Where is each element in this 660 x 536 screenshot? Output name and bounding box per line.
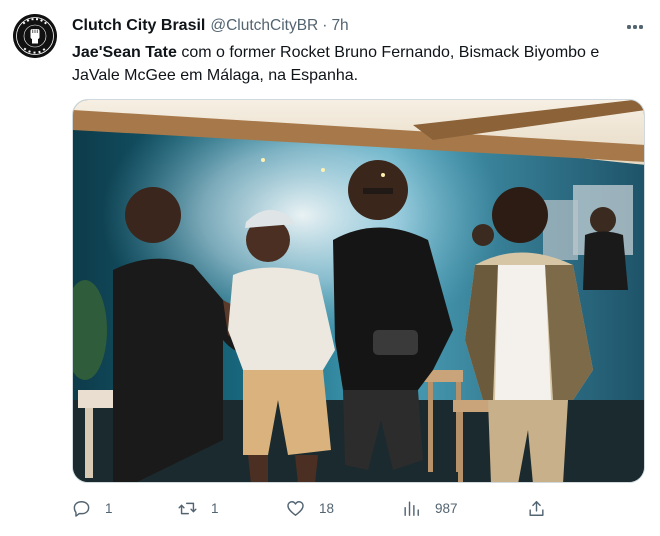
tweet-photo[interactable] <box>72 99 645 483</box>
share-button[interactable] <box>527 496 546 520</box>
more-horizontal-icon <box>627 25 631 29</box>
retweet-count: 1 <box>211 500 219 516</box>
separator: · <box>322 17 328 34</box>
like-count: 18 <box>319 500 335 516</box>
retweet-icon <box>178 502 197 514</box>
views-count: 987 <box>435 500 458 516</box>
reply-button[interactable]: 1 <box>72 496 113 520</box>
more-button[interactable] <box>620 14 650 40</box>
user-handle[interactable]: @ClutchCityBR <box>210 17 318 35</box>
retweet-button[interactable]: 1 <box>178 496 219 520</box>
timestamp[interactable]: 7h <box>331 17 348 35</box>
tweet-text: Jae'Sean Tate com o former Rocket Bruno … <box>72 41 642 87</box>
like-button[interactable]: 18 <box>286 496 334 520</box>
tweet-text-mention[interactable]: Jae'Sean Tate <box>72 44 177 61</box>
reply-count: 1 <box>105 500 113 516</box>
views-button[interactable]: 987 <box>402 496 458 520</box>
tweet[interactable]: Clutch City Brasil @ClutchCityBR · 7h Ja… <box>0 0 660 536</box>
action-bar: 1 1 18 987 <box>72 496 645 520</box>
photo-image <box>73 100 644 482</box>
reply-icon <box>73 500 90 517</box>
views-icon <box>404 500 419 516</box>
tweet-header: Clutch City Brasil @ClutchCityBR · 7h <box>72 17 349 37</box>
display-name[interactable]: Clutch City Brasil <box>72 17 205 35</box>
avatar[interactable] <box>13 14 57 58</box>
share-icon <box>529 500 544 516</box>
heart-icon <box>287 500 304 516</box>
clutch-city-logo <box>13 14 57 58</box>
